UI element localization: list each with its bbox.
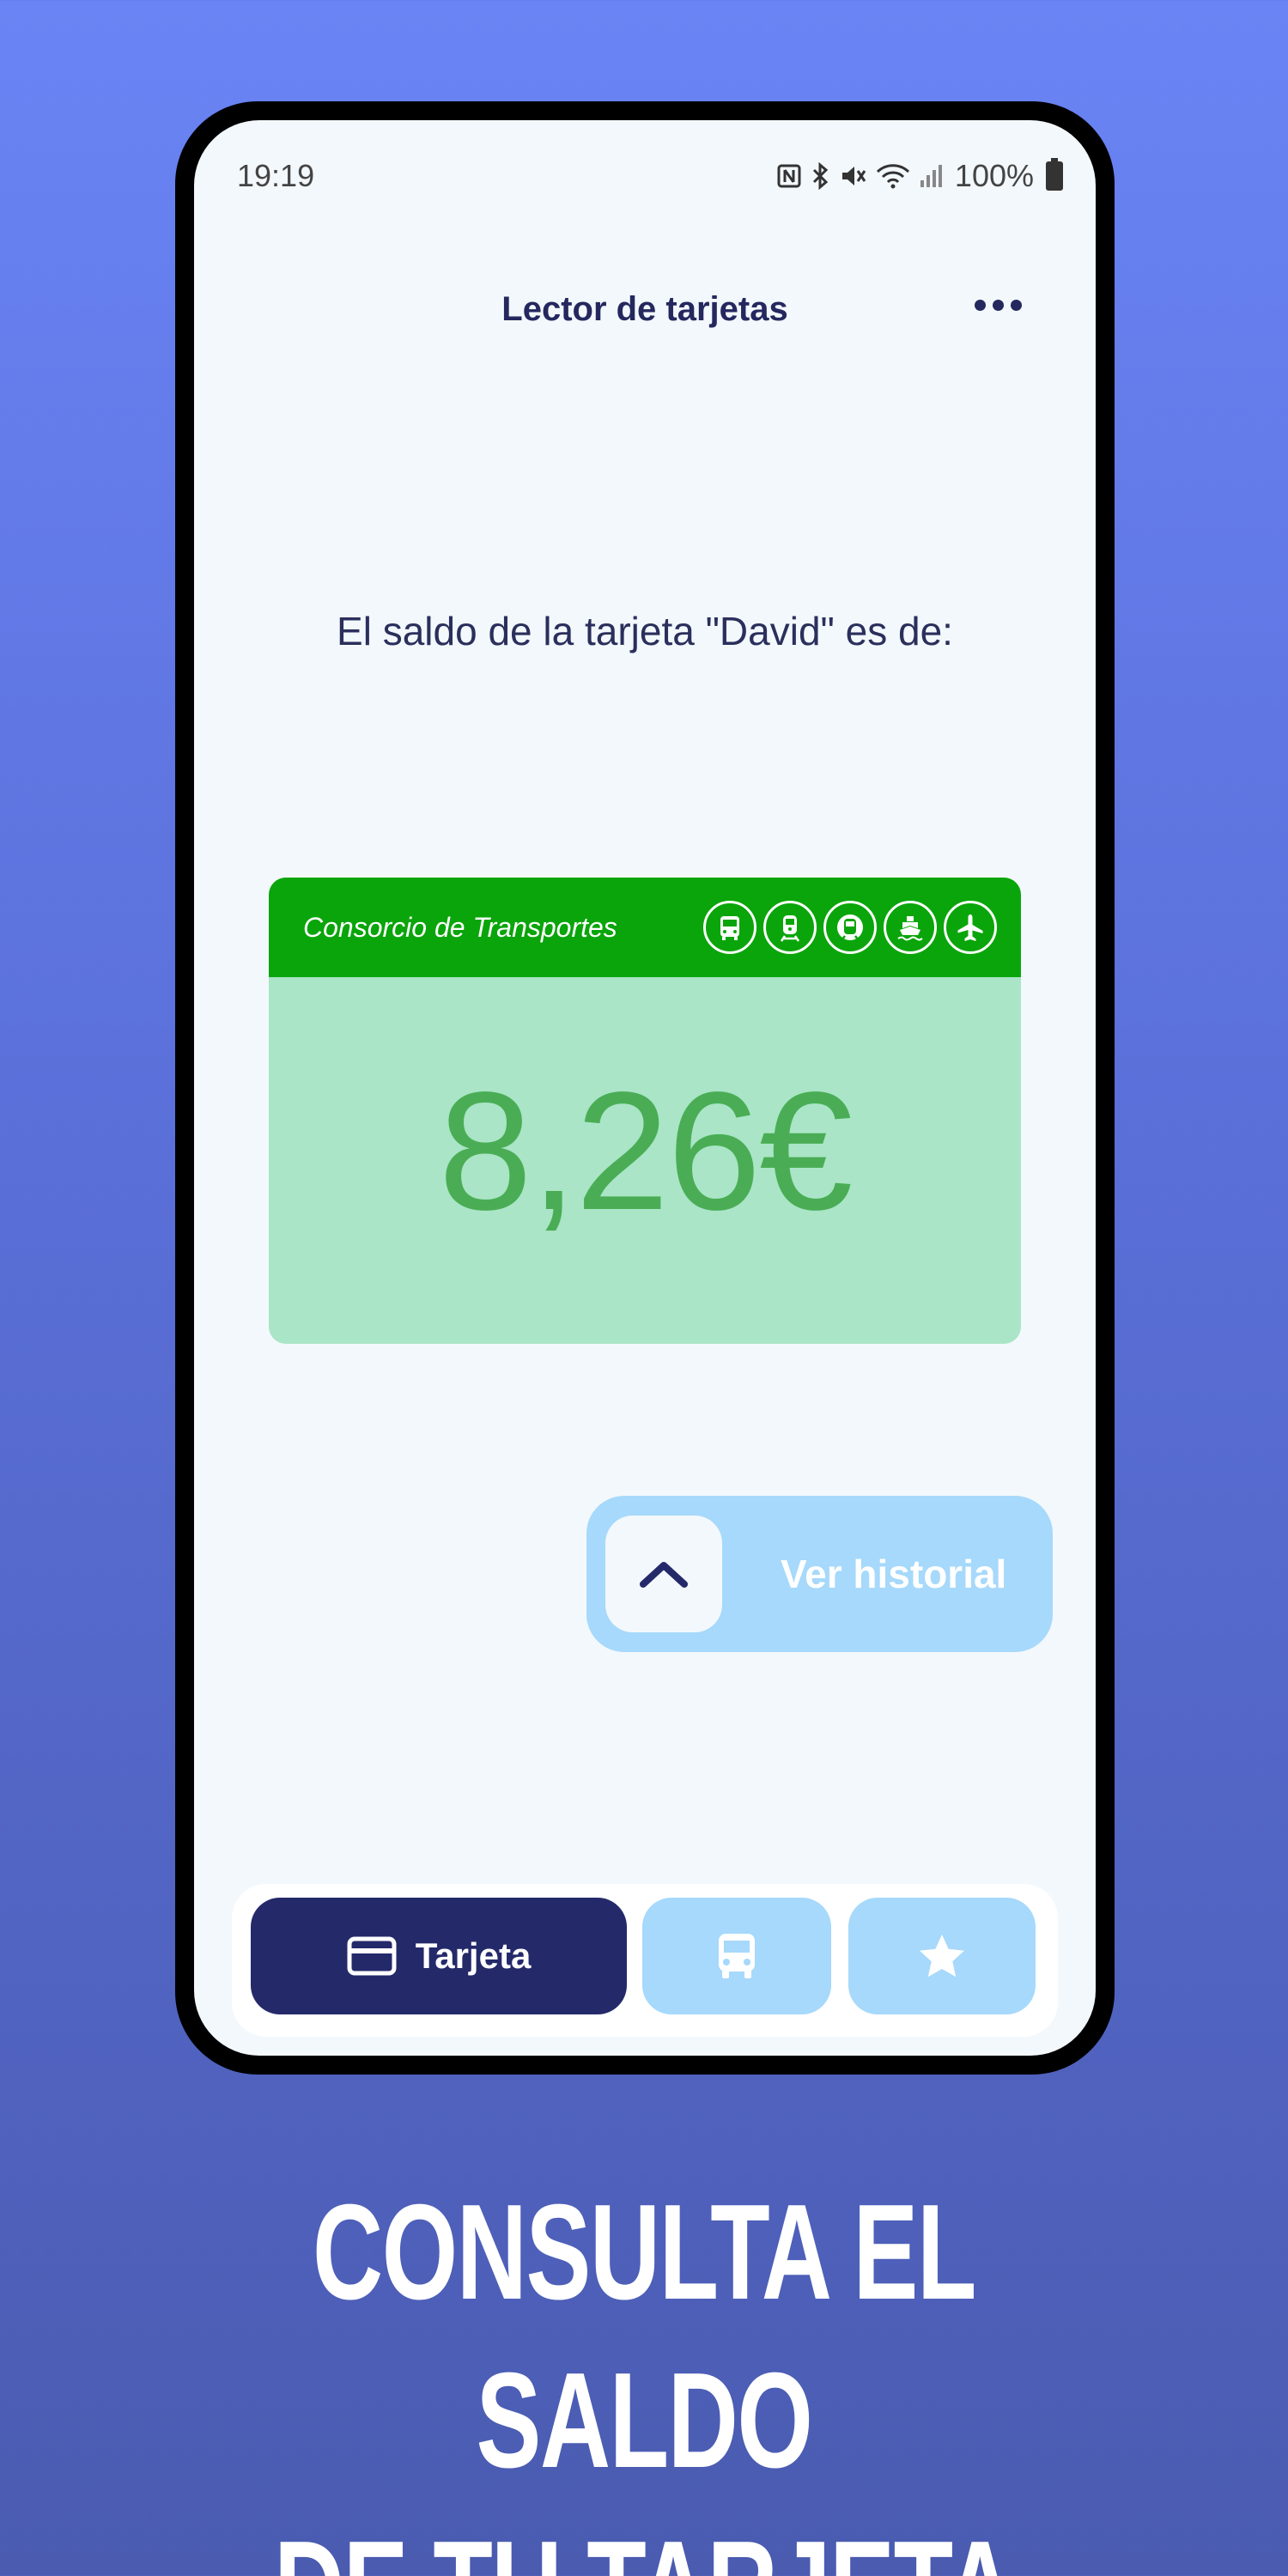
status-time: 19:19 bbox=[237, 158, 315, 193]
transport-card: Consorcio de Transportes 8,26€ bbox=[269, 878, 1021, 1344]
wifi-icon bbox=[876, 164, 909, 189]
bluetooth-icon bbox=[812, 162, 829, 190]
nfc-icon bbox=[777, 164, 801, 188]
transport-modes bbox=[703, 901, 997, 954]
menu-dot bbox=[993, 300, 1004, 311]
chevron-up-icon bbox=[605, 1516, 722, 1632]
menu-dot bbox=[1011, 300, 1022, 311]
status-right: 100% bbox=[776, 158, 1063, 194]
battery-icon bbox=[1046, 158, 1063, 191]
star-icon bbox=[920, 1935, 964, 1978]
tab-favorites[interactable] bbox=[848, 1898, 1036, 2014]
view-history-button[interactable]: Ver historial bbox=[586, 1496, 1053, 1652]
train-icon bbox=[763, 901, 817, 954]
tab-tarjeta[interactable]: Tarjeta bbox=[251, 1898, 627, 2014]
status-icons bbox=[776, 162, 943, 190]
tab-tarjeta-label: Tarjeta bbox=[415, 1935, 532, 1976]
balance-amount: 8,26€ bbox=[438, 1057, 853, 1245]
tab-bus[interactable] bbox=[642, 1898, 831, 2014]
ferry-icon bbox=[884, 901, 937, 954]
promo-heading: CONSULTA EL SALDO DE TU TARJETA bbox=[180, 2168, 1108, 2576]
promo-line-1: CONSULTA EL SALDO bbox=[313, 2177, 976, 2496]
app-header: Lector de tarjetas bbox=[194, 270, 1096, 348]
more-horizontal-icon[interactable] bbox=[971, 286, 1025, 325]
promo-line-2: DE TU TARJETA bbox=[180, 2505, 1108, 2576]
bottom-navigation: Tarjeta bbox=[232, 1884, 1058, 2037]
history-label: Ver historial bbox=[781, 1552, 1007, 1596]
card-icon bbox=[347, 1936, 397, 1976]
bus-icon bbox=[719, 1934, 755, 1978]
plane-icon bbox=[944, 901, 997, 954]
signal-icon bbox=[920, 165, 942, 187]
card-brand: Consorcio de Transportes bbox=[303, 911, 617, 943]
bus-icon bbox=[703, 901, 756, 954]
menu-dot bbox=[975, 300, 986, 311]
phone-frame: 19:19 100% Lector de tarjetas El saldo d… bbox=[175, 101, 1115, 2075]
battery-percent: 100% bbox=[954, 158, 1034, 193]
mute-icon bbox=[841, 167, 866, 185]
status-bar: 19:19 100% bbox=[194, 120, 1096, 206]
page-title: Lector de tarjetas bbox=[501, 289, 788, 328]
metro-icon bbox=[823, 901, 877, 954]
balance-message: El saldo de la tarjeta "David" es de: bbox=[337, 609, 953, 653]
app-screen: 19:19 100% Lector de tarjetas El saldo d… bbox=[194, 120, 1096, 2056]
card-header-band: Consorcio de Transportes bbox=[269, 878, 1021, 977]
